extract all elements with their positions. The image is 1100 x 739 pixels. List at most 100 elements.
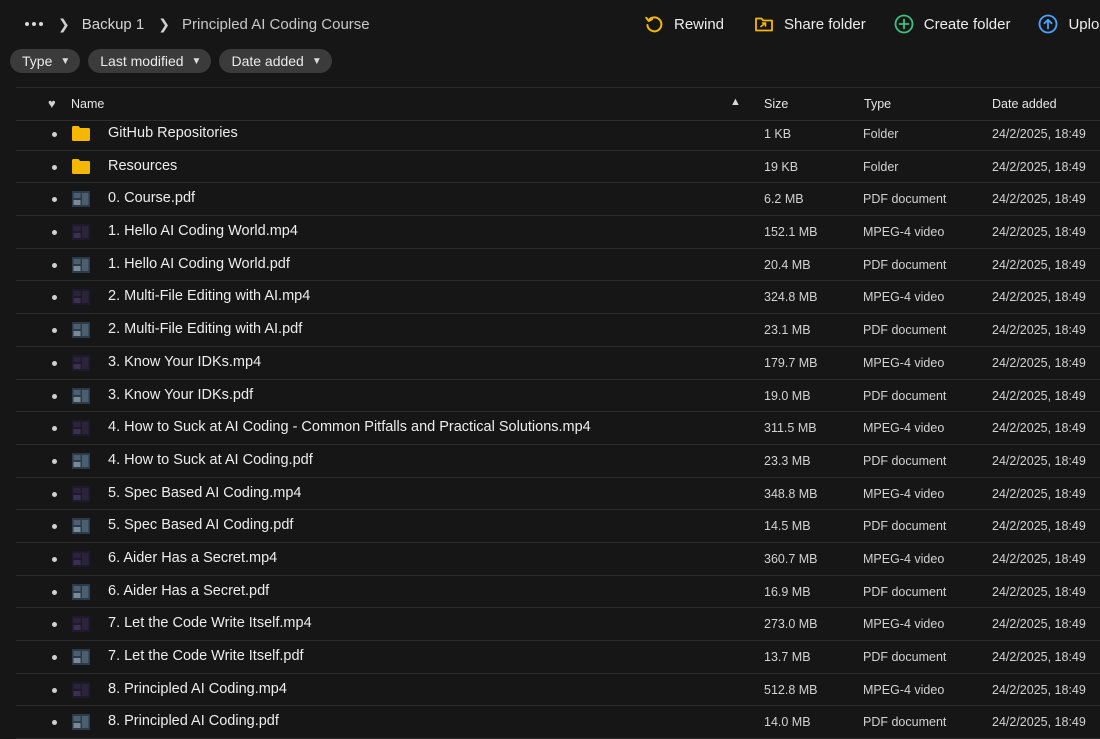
- file-name: Resources: [108, 157, 178, 174]
- date-added-filter[interactable]: Date added ▼: [219, 49, 332, 73]
- create-folder-button[interactable]: Create folder: [894, 14, 1011, 34]
- more-icon[interactable]: [24, 14, 44, 34]
- share-folder-button[interactable]: Share folder: [754, 14, 866, 34]
- file-date-added: 24/2/2025, 18:49: [992, 225, 1086, 240]
- column-header-name[interactable]: Name: [71, 97, 104, 111]
- file-row[interactable]: 3. Know Your IDKs.mp4 179.7 MB MPEG-4 vide…: [16, 347, 1100, 380]
- bullet-icon: [52, 230, 57, 236]
- share-folder-icon: [755, 17, 773, 32]
- last-modified-filter[interactable]: Last modified ▼: [88, 49, 212, 73]
- file-row[interactable]: 8. Principled AI Coding.mp4 512.8 MB MPEG-…: [16, 674, 1100, 707]
- pdf-thumbnail: [72, 256, 90, 273]
- file-row[interactable]: GitHub Repositories 1 KB Folder 24/2/2025, …: [16, 118, 1100, 151]
- file-size: 16.9 MB: [764, 584, 811, 599]
- toolbar: Rewind Share folder Create folder Uploa: [644, 14, 1100, 34]
- pdf-thumbnail: [72, 322, 90, 339]
- file-row[interactable]: 1. Hello AI Coding World.mp4 152.1 MB MPEG…: [16, 216, 1100, 249]
- file-name: 3. Know Your IDKs.mp4: [108, 353, 262, 370]
- file-date-added: 24/2/2025, 18:49: [992, 617, 1086, 632]
- file-row[interactable]: 1. Hello AI Coding World.pdf 20.4 MB PDF d…: [16, 249, 1100, 282]
- bullet-icon: [52, 164, 57, 170]
- file-date-added: 24/2/2025, 18:49: [992, 519, 1086, 534]
- file-row[interactable]: 7. Let the Code Write Itself.mp4 273.0 MB…: [16, 608, 1100, 641]
- file-size: 360.7 MB: [764, 551, 818, 566]
- file-size: 14.5 MB: [764, 519, 811, 534]
- file-row[interactable]: Resources 19 KB Folder 24/2/2025, 18:49: [16, 151, 1100, 184]
- video-thumbnail: [72, 616, 90, 633]
- file-type: Folder: [863, 159, 899, 174]
- file-size: 324.8 MB: [764, 290, 818, 305]
- file-name: 2. Multi-File Editing with AI.pdf: [108, 321, 303, 338]
- pdf-thumbnail: [72, 518, 90, 535]
- file-size: 20.4 MB: [764, 257, 811, 272]
- file-type: PDF document: [863, 453, 947, 468]
- file-type: MPEG-4 video: [863, 290, 945, 305]
- file-name: 8. Principled AI Coding.pdf: [108, 713, 279, 730]
- breadcrumb-item-current: Principled AI Coding Course: [182, 15, 370, 33]
- bullet-icon: [52, 132, 57, 137]
- file-row[interactable]: 2. Multi-File Editing with AI.pdf 23.1 MB…: [16, 314, 1100, 347]
- column-header-type[interactable]: Type: [864, 97, 891, 111]
- bullet-icon: [52, 328, 57, 334]
- file-size: 273.0 MB: [764, 617, 818, 632]
- video-thumbnail: [72, 354, 90, 371]
- bullet-icon: [52, 524, 57, 530]
- column-header-date-added[interactable]: Date added: [992, 97, 1057, 111]
- file-date-added: 24/2/2025, 18:49: [992, 453, 1086, 468]
- video-thumbnail: [72, 420, 90, 437]
- folder-icon: [72, 158, 90, 174]
- file-name: 1. Hello AI Coding World.pdf: [108, 255, 290, 272]
- file-name: 3. Know Your IDKs.pdf: [108, 386, 254, 403]
- upload-icon: [1039, 14, 1058, 34]
- file-row[interactable]: 2. Multi-File Editing with AI.mp4 324.8 M…: [16, 281, 1100, 315]
- file-list-header: ♥ Name ▲ Size Type Date added: [16, 87, 1100, 121]
- file-row[interactable]: 8. Principled AI Coding.pdf 14.0 MB PDF do…: [16, 706, 1100, 739]
- file-row[interactable]: 4. How to Suck at AI Coding - Common Pit…: [16, 412, 1100, 445]
- file-type: MPEG-4 video: [863, 617, 945, 632]
- pdf-thumbnail: [72, 191, 90, 208]
- file-date-added: 24/2/2025, 18:49: [992, 290, 1086, 305]
- file-list: GitHub Repositories 1 KB Folder 24/2/2025, …: [16, 118, 1100, 739]
- file-name: 6. Aider Has a Secret.pdf: [108, 582, 270, 599]
- file-date-added: 24/2/2025, 18:49: [992, 486, 1086, 501]
- file-row[interactable]: 4. How to Suck at AI Coding.pdf 23.3 MB PD…: [16, 445, 1100, 478]
- file-date-added: 24/2/2025, 18:49: [992, 127, 1086, 141]
- share-folder-label: Share folder: [784, 15, 866, 33]
- file-date-added: 24/2/2025, 18:49: [992, 650, 1086, 664]
- file-name: 5. Spec Based AI Coding.pdf: [108, 517, 294, 534]
- file-name: 2. Multi-File Editing with AI.mp4: [108, 288, 311, 305]
- file-row[interactable]: 7. Let the Code Write Itself.pdf 13.7 MB P…: [16, 641, 1100, 674]
- file-row[interactable]: 0. Course.pdf 6.2 MB PDF document 24/2/2025…: [16, 183, 1100, 217]
- rewind-label: Rewind: [674, 15, 725, 33]
- file-row[interactable]: 5. Spec Based AI Coding.pdf 14.5 MB PDF do…: [16, 510, 1100, 543]
- file-row[interactable]: 6. Aider Has a Secret.mp4 360.7 MB MPEG-4 …: [16, 543, 1100, 576]
- file-row[interactable]: 5. Spec Based AI Coding.mp4 348.8 MB MPEG-…: [16, 478, 1100, 511]
- file-name: 8. Principled AI Coding.mp4: [108, 680, 287, 697]
- file-size: 348.8 MB: [764, 486, 818, 501]
- bullet-icon: [52, 589, 57, 595]
- top-bar: ❯ Backup 1 ❯ Principled AI Coding Course…: [0, 0, 1100, 50]
- type-filter[interactable]: Type ▼: [10, 49, 81, 73]
- type-filter-label: Type: [22, 53, 53, 69]
- chevron-down-icon: ▼: [311, 55, 322, 67]
- file-size: 179.7 MB: [764, 355, 818, 370]
- create-folder-label: Create folder: [923, 15, 1011, 33]
- chevron-right-icon: ❯: [158, 15, 171, 32]
- favorite-heart-icon[interactable]: ♥: [48, 96, 56, 111]
- file-name: 1. Hello AI Coding World.mp4: [108, 223, 298, 240]
- last-modified-filter-label: Last modified: [100, 53, 184, 69]
- file-date-added: 24/2/2025, 18:49: [992, 421, 1086, 436]
- column-header-size[interactable]: Size: [764, 97, 788, 111]
- rewind-button[interactable]: Rewind: [644, 14, 724, 34]
- pdf-thumbnail: [72, 583, 90, 600]
- file-row[interactable]: 6. Aider Has a Secret.pdf 16.9 MB PDF docu…: [16, 576, 1100, 609]
- upload-button[interactable]: Uploa: [1038, 14, 1100, 34]
- file-name: 5. Spec Based AI Coding.mp4: [108, 484, 302, 501]
- bullet-icon: [52, 720, 57, 726]
- sort-ascending-icon[interactable]: ▲: [730, 96, 741, 108]
- file-type: PDF document: [863, 715, 947, 730]
- file-name: 0. Course.pdf: [108, 190, 196, 207]
- breadcrumb-item-backup[interactable]: Backup 1: [82, 16, 145, 33]
- file-date-added: 24/2/2025, 18:49: [992, 584, 1086, 599]
- file-row[interactable]: 3. Know Your IDKs.pdf 19.0 MB PDF document…: [16, 380, 1100, 413]
